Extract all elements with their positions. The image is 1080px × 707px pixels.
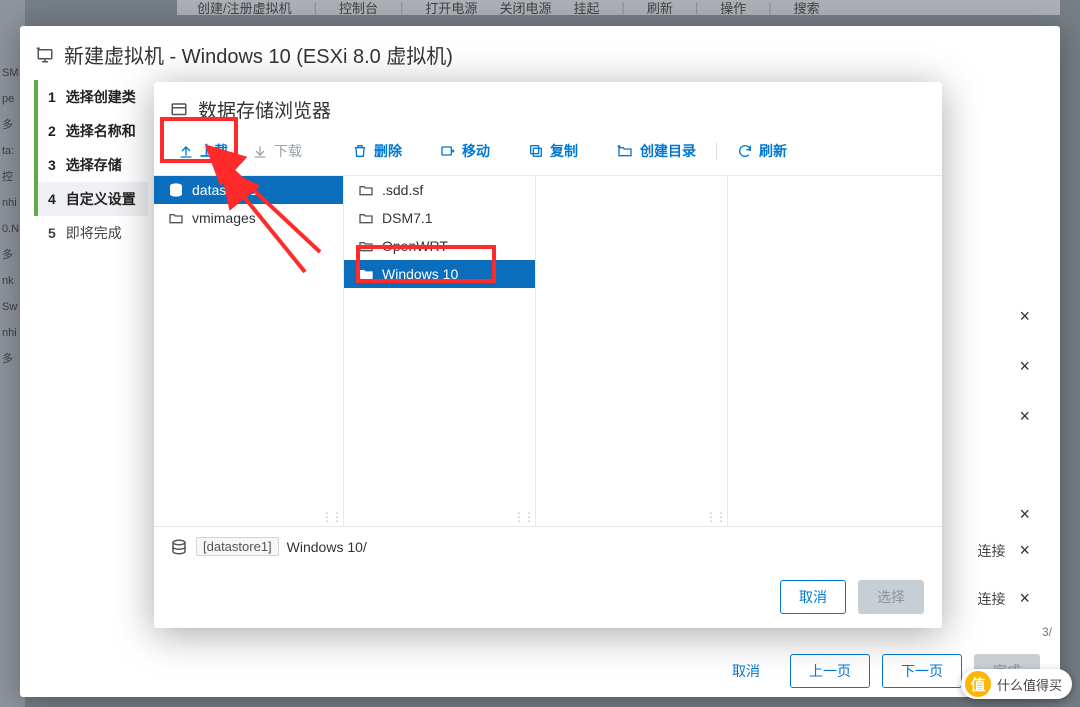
datastore-icon: [168, 182, 184, 198]
folder-icon: [358, 182, 374, 198]
datastore-item[interactable]: vmimages: [154, 204, 343, 232]
folder-item-selected[interactable]: Windows 10: [344, 260, 535, 288]
resize-handle-icon[interactable]: ⋮⋮: [321, 510, 341, 524]
browser-icon: [170, 101, 188, 119]
ds-column-2: ⋮⋮: [536, 176, 728, 526]
device-row: ×: [1005, 356, 1030, 377]
wizard-next-button[interactable]: 下一页: [882, 654, 962, 688]
device-row: 连接×: [977, 588, 1030, 609]
wizard-step-5[interactable]: 5即将完成: [34, 216, 148, 250]
smzdm-watermark: 值 什么值得买: [961, 669, 1072, 699]
close-icon[interactable]: ×: [1019, 356, 1030, 377]
refresh-button[interactable]: 刷新: [725, 135, 799, 167]
datastore-item[interactable]: datastore1: [154, 176, 343, 204]
device-row: ×: [1005, 504, 1030, 525]
device-row: ×: [1005, 306, 1030, 327]
datastore-icon: [170, 538, 188, 556]
copy-icon: [528, 143, 544, 159]
upload-icon: [178, 143, 194, 159]
wizard-step-1[interactable]: 1选择创建类: [34, 80, 148, 114]
folder-icon: [358, 210, 374, 226]
download-icon: [252, 143, 268, 159]
refresh-icon: [737, 143, 753, 159]
close-icon[interactable]: ×: [1019, 306, 1030, 327]
folder-item[interactable]: .sdd.sf: [344, 176, 535, 204]
wizard-steps: 1选择创建类 2选择名称和 3选择存储 4自定义设置 5即将完成: [20, 80, 148, 645]
device-row: ×: [1005, 406, 1030, 427]
close-icon[interactable]: ×: [1019, 588, 1030, 609]
ds-column-0: datastore1 vmimages ⋮⋮: [154, 176, 344, 526]
datastore-browser-modal: 数据存储浏览器 上载 下载 删除 移动 复制 创建目录: [154, 82, 942, 628]
delete-button[interactable]: 删除: [340, 135, 414, 167]
wizard-title: 新建虚拟机 - Windows 10 (ESXi 8.0 虚拟机): [64, 40, 453, 69]
folder-item[interactable]: OpenWRT: [344, 232, 535, 260]
move-icon: [440, 143, 456, 159]
ds-select-button: 选择: [858, 580, 924, 614]
new-folder-icon: [616, 143, 634, 159]
ds-cancel-button[interactable]: 取消: [780, 580, 846, 614]
download-button: 下载: [240, 135, 314, 167]
folder-icon: [358, 266, 374, 282]
close-icon[interactable]: ×: [1019, 406, 1030, 427]
resize-handle-icon[interactable]: ⋮⋮: [705, 510, 725, 524]
vm-icon: [36, 46, 54, 64]
folder-icon: [358, 238, 374, 254]
close-icon[interactable]: ×: [1019, 504, 1030, 525]
copy-button[interactable]: 复制: [516, 135, 590, 167]
mkdir-button[interactable]: 创建目录: [604, 135, 708, 167]
wizard-step-3[interactable]: 3选择存储: [34, 148, 148, 182]
resize-handle-icon[interactable]: ⋮⋮: [513, 510, 533, 524]
wizard-cancel-button[interactable]: 取消: [714, 654, 778, 688]
ds-title: 数据存储浏览器: [198, 96, 331, 123]
ds-toolbar: 上载 下载 删除 移动 复制 创建目录 刷新: [154, 129, 942, 175]
ds-column-3: [728, 176, 942, 526]
close-icon[interactable]: ×: [1019, 540, 1030, 561]
pager-fragment: 3/: [1042, 625, 1052, 639]
wizard-step-4[interactable]: 4自定义设置: [34, 182, 148, 216]
upload-button[interactable]: 上载: [166, 135, 240, 167]
wizard-step-2[interactable]: 2选择名称和: [34, 114, 148, 148]
device-row: 连接×: [977, 540, 1030, 561]
smzdm-logo-icon: 值: [965, 671, 991, 697]
ds-path: [datastore1] Windows 10/: [154, 527, 942, 566]
ds-column-1: .sdd.sf DSM7.1 OpenWRT Windows 10 ⋮⋮: [344, 176, 536, 526]
wizard-footer: 取消 上一页 下一页 完成: [20, 645, 1060, 697]
trash-icon: [352, 143, 368, 159]
move-button[interactable]: 移动: [428, 135, 502, 167]
wizard-prev-button[interactable]: 上一页: [790, 654, 870, 688]
folder-icon: [168, 210, 184, 226]
folder-item[interactable]: DSM7.1: [344, 204, 535, 232]
